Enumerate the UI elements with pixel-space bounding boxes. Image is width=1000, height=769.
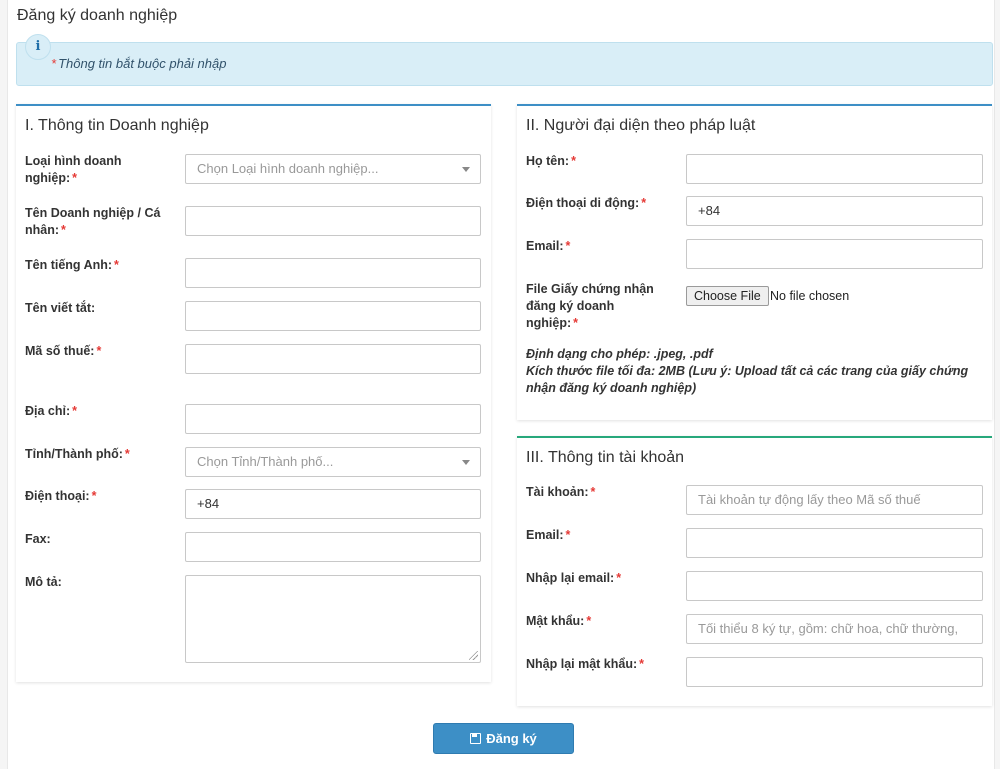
account-label: Tài khoản: * — [526, 485, 596, 499]
chevron-down-icon — [462, 460, 470, 465]
choose-file-button[interactable]: Choose File — [686, 286, 769, 306]
password-label: Mật khẩu: * — [526, 614, 592, 628]
info-icon: i — [25, 34, 51, 60]
alert-text: * Thông tin bắt buộc phải nhập — [51, 56, 227, 71]
max-size-note: Kích thước file tối đa: 2MB (Lưu ý: Uplo… — [526, 364, 969, 395]
company-name-label: Tên Doanh nghiệp / Cá nhân: * — [25, 206, 161, 237]
short-name-input[interactable] — [185, 301, 481, 331]
mobile-input[interactable]: +84 — [686, 196, 983, 226]
business-info-panel: I. Thông tin Doanh nghiệp Loại hình doan… — [16, 104, 491, 682]
rep-email-input[interactable] — [686, 239, 983, 269]
password-confirm-label: Nhập lại mật khẩu: * — [526, 657, 645, 671]
english-name-label: Tên tiếng Anh: * — [25, 258, 119, 272]
phone-input[interactable]: +84 — [185, 489, 481, 519]
mobile-label: Điện thoại di động: * — [526, 196, 647, 210]
description-label: Mô tả: — [25, 575, 62, 589]
allowed-formats-note: Định dạng cho phép: .jpeg, .pdf — [526, 347, 713, 361]
tax-code-label: Mã số thuế: * — [25, 344, 102, 358]
page-container: Đăng ký doanh nghiệp * Thông tin bắt buộc… — [7, 0, 995, 769]
full-name-label: Họ tên: * — [526, 154, 576, 168]
certificate-label: File Giấy chứng nhận đăng ký doanh nghiệ… — [526, 282, 654, 330]
account-input[interactable]: Tài khoản tự động lấy theo Mã số thuế — [686, 485, 983, 515]
description-textarea[interactable] — [185, 575, 481, 663]
tax-code-input[interactable] — [185, 344, 481, 374]
legal-representative-title: II. Người đại diện theo pháp luật — [526, 117, 756, 134]
province-label: Tỉnh/Thành phố: * — [25, 447, 130, 461]
short-name-label: Tên viết tắt: — [25, 301, 96, 315]
full-name-input[interactable] — [686, 154, 983, 184]
password-confirm-input[interactable] — [686, 657, 983, 687]
fax-input[interactable] — [185, 532, 481, 562]
account-info-panel: III. Thông tin tài khoản Tài khoản: * Tài… — [517, 436, 992, 706]
resize-handle-icon[interactable] — [469, 651, 478, 660]
province-select[interactable]: Chọn Tỉnh/Thành phố... — [185, 447, 481, 477]
fax-label: Fax: — [25, 532, 51, 546]
email-confirm-input[interactable] — [686, 571, 983, 601]
page-title: Đăng ký doanh nghiệp — [17, 7, 178, 24]
required-info-alert: * Thông tin bắt buộc phải nhập — [16, 42, 993, 86]
email-confirm-label: Nhập lại email: * — [526, 571, 622, 585]
account-info-title: III. Thông tin tài khoản — [526, 449, 685, 466]
business-type-label: Loại hình doanh nghiệp: * — [25, 154, 122, 185]
legal-representative-panel: II. Người đại diện theo pháp luật Họ tên… — [517, 104, 992, 420]
rep-email-label: Email: * — [526, 239, 571, 253]
address-input[interactable] — [185, 404, 481, 434]
company-name-input[interactable] — [185, 206, 481, 236]
business-type-select[interactable]: Chọn Loại hình doanh nghiệp... — [185, 154, 481, 184]
file-status: No file chosen — [770, 289, 850, 303]
phone-label: Điện thoại: * — [25, 489, 97, 503]
register-button[interactable]: Đăng ký — [433, 723, 574, 754]
chevron-down-icon — [462, 167, 470, 172]
save-icon — [470, 733, 482, 744]
english-name-input[interactable] — [185, 258, 481, 288]
password-input[interactable]: Tối thiểu 8 ký tự, gồm: chữ hoa, chữ thư… — [686, 614, 983, 644]
account-email-label: Email: * — [526, 528, 571, 542]
address-label: Địa chỉ: * — [25, 404, 78, 418]
business-info-title: I. Thông tin Doanh nghiệp — [25, 117, 209, 134]
account-email-input[interactable] — [686, 528, 983, 558]
